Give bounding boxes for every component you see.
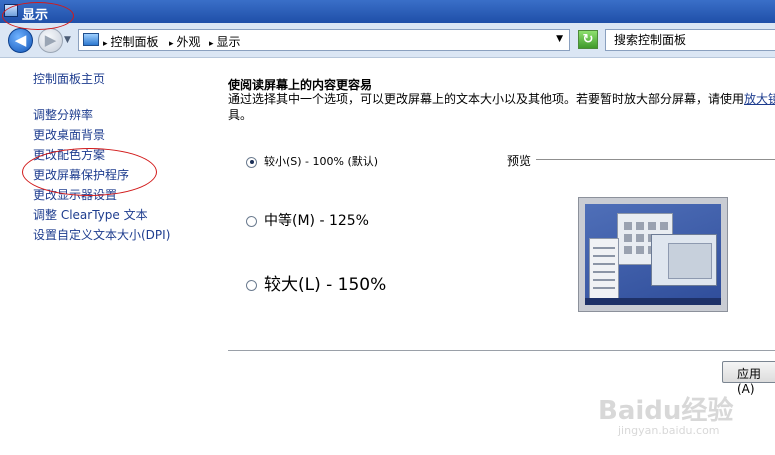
preview-taskbar xyxy=(585,298,721,305)
baidu-watermark: Baidu经验 jingyan.baidu.com xyxy=(598,386,768,444)
preview-divider xyxy=(536,159,775,160)
radio-large[interactable] xyxy=(246,279,257,291)
title-bar: 显示 xyxy=(0,0,775,23)
preview-screen xyxy=(585,204,721,305)
magnifier-link[interactable]: 放大镜 xyxy=(744,92,775,106)
sidebar-home-link[interactable]: 控制面板主页 xyxy=(33,70,105,87)
radio-medium[interactable] xyxy=(246,215,257,227)
content-divider xyxy=(228,350,775,351)
sidebar: 控制面板主页 调整分辨率 更改桌面背景 更改配色方案 更改屏幕保护程序 更改显示… xyxy=(0,58,210,455)
option-small-label: 较小(S) - 100% (默认) xyxy=(264,155,379,168)
forward-arrow-icon[interactable]: ▶ xyxy=(38,28,63,53)
sidebar-link-adjust-resolution[interactable]: 调整分辨率 xyxy=(33,106,93,123)
breadcrumb-item-control-panel[interactable]: ▸ 控制面板 xyxy=(103,33,159,50)
search-input[interactable] xyxy=(614,31,774,49)
preview-image xyxy=(578,197,728,312)
sidebar-link-custom-dpi[interactable]: 设置自定义文本大小(DPI) xyxy=(33,226,170,243)
option-large[interactable]: 较大(L) - 150% xyxy=(246,270,386,295)
sidebar-link-change-background[interactable]: 更改桌面背景 xyxy=(33,126,105,143)
breadcrumb[interactable]: ▸ 控制面板 ▸ 外观 ▸ 显示 ▼ xyxy=(78,29,570,51)
watermark-brand: Baidu经验 xyxy=(598,396,734,426)
recent-pages-dropdown-icon[interactable]: ▼ xyxy=(64,35,71,45)
refresh-icon[interactable]: ↻ xyxy=(578,30,598,49)
address-dropdown-icon[interactable]: ▼ xyxy=(556,34,563,44)
breadcrumb-item-appearance[interactable]: ▸ 外观 xyxy=(169,33,201,50)
address-bar: ◀ ▶ ▼ ▸ 控制面板 ▸ 外观 ▸ 显示 ▼ ↻ xyxy=(0,23,775,58)
page-description-end: 具。 xyxy=(228,108,253,122)
apply-button[interactable]: 应用 (A) xyxy=(722,361,775,396)
search-box[interactable] xyxy=(605,29,775,51)
preview-window-main xyxy=(651,234,717,286)
breadcrumb-item-display[interactable]: ▸ 显示 xyxy=(209,33,241,50)
back-arrow-icon[interactable]: ◀ xyxy=(8,28,33,53)
option-medium[interactable]: 中等(M) - 125% xyxy=(246,210,369,230)
preview-window-list xyxy=(589,238,619,300)
radio-small[interactable] xyxy=(246,156,257,168)
page-heading: 使阅读屏幕上的内容更容易 xyxy=(228,78,373,92)
watermark-url: jingyan.baidu.com xyxy=(618,424,720,437)
page-description: 通过选择其中一个选项，可以更改屏幕上的文本大小以及其他项。若要暂时放大部分屏幕，… xyxy=(228,92,775,106)
option-medium-label: 中等(M) - 125% xyxy=(264,213,369,229)
option-large-label: 较大(L) - 150% xyxy=(264,275,387,295)
annotation-circle-title xyxy=(2,2,74,30)
sidebar-link-cleartype[interactable]: 调整 ClearType 文本 xyxy=(33,206,148,223)
option-small[interactable]: 较小(S) - 100% (默认) xyxy=(246,153,378,169)
control-panel-icon xyxy=(83,33,99,46)
annotation-circle-screensaver xyxy=(22,148,157,196)
preview-label: 预览 xyxy=(507,154,532,168)
